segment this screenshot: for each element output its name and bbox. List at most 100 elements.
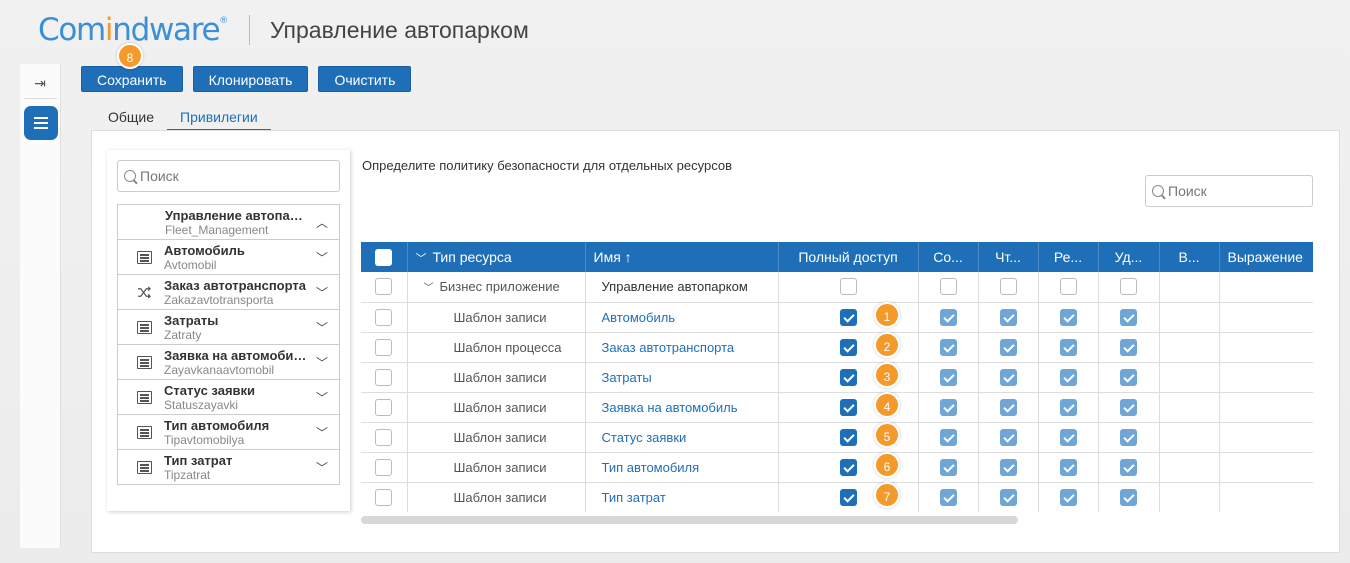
tree-item-tip-zatrat[interactable]: Тип затрат Tipzatrat ﹀: [117, 450, 340, 485]
tree-item-avtomobil[interactable]: Автомобиль Avtomobil ﹀: [117, 240, 340, 275]
grid-search-input[interactable]: [1168, 183, 1308, 199]
read-checkbox[interactable]: [999, 458, 1017, 476]
delete-checkbox[interactable]: [1120, 338, 1137, 356]
full-access-checkbox[interactable]: [839, 398, 857, 416]
tree-item-zayavka[interactable]: Заявка на автомобиль Zayavkanaavtomobil …: [117, 345, 340, 380]
chevron-down-icon[interactable]: ﹀: [316, 249, 328, 266]
menu-icon[interactable]: [24, 106, 58, 140]
column-header-resource-type[interactable]: ﹀ Тип ресурса: [407, 242, 586, 272]
tree-search-field[interactable]: [117, 160, 340, 192]
chevron-down-icon[interactable]: ﹀: [316, 424, 328, 441]
delete-checkbox[interactable]: [1120, 458, 1137, 476]
create-checkbox[interactable]: [939, 458, 957, 476]
select-all-checkbox[interactable]: [375, 248, 393, 266]
resource-name-link[interactable]: Тип автомобиля: [602, 460, 700, 475]
resource-name-link[interactable]: Заказ автотранспорта: [602, 340, 735, 355]
create-checkbox[interactable]: [939, 428, 957, 446]
create-checkbox[interactable]: [939, 338, 957, 356]
chevron-down-icon[interactable]: ﹀: [316, 459, 328, 476]
row-select-checkbox[interactable]: [375, 428, 393, 446]
table-row[interactable]: Шаблон процесса Заказ автотранспорта: [361, 332, 1313, 363]
read-checkbox[interactable]: [999, 398, 1017, 416]
row-select-checkbox[interactable]: [375, 368, 393, 386]
create-checkbox[interactable]: [939, 398, 957, 416]
resource-name-cell[interactable]: Автомобиль: [585, 302, 779, 333]
delete-checkbox[interactable]: [1120, 488, 1137, 506]
horizontal-scrollbar[interactable]: [361, 516, 1018, 524]
read-checkbox[interactable]: [999, 308, 1017, 326]
column-header-delete[interactable]: Уд...: [1098, 242, 1160, 272]
chevron-down-icon[interactable]: ﹀: [316, 389, 328, 406]
delete-checkbox[interactable]: [1120, 398, 1137, 416]
tree-search-input[interactable]: [140, 168, 280, 184]
column-header-other[interactable]: В...: [1159, 242, 1220, 272]
column-header-create[interactable]: Со...: [918, 242, 979, 272]
table-row[interactable]: Шаблон записи Тип автомобиля: [361, 452, 1313, 483]
resource-name-cell[interactable]: Заявка на автомобиль: [585, 392, 779, 423]
clear-button[interactable]: Очистить: [318, 66, 412, 92]
chevron-down-icon[interactable]: ﹀: [424, 283, 434, 294]
read-checkbox[interactable]: [999, 368, 1017, 386]
table-row[interactable]: Шаблон записи Автомобиль: [361, 302, 1313, 333]
resource-name-cell[interactable]: Тип автомобиля: [585, 452, 779, 483]
read-checkbox[interactable]: [999, 488, 1017, 506]
column-header-name[interactable]: Имя ↑: [585, 242, 779, 272]
edit-checkbox[interactable]: [1059, 458, 1077, 476]
row-select-checkbox[interactable]: [375, 488, 393, 506]
tree-item-status[interactable]: Статус заявки Statuszayavki ﹀: [117, 380, 340, 415]
read-checkbox[interactable]: [999, 338, 1017, 356]
row-select-checkbox[interactable]: [375, 278, 393, 296]
edit-checkbox[interactable]: [1059, 368, 1077, 386]
tree-item-fleet-management[interactable]: Управление автопарком Fleet_Management ︿: [117, 205, 340, 240]
delete-checkbox[interactable]: [1120, 428, 1137, 446]
tab-general[interactable]: Общие: [95, 105, 167, 132]
full-access-checkbox[interactable]: [839, 338, 857, 356]
tab-privileges[interactable]: Привилегии: [167, 105, 271, 132]
full-access-checkbox[interactable]: [839, 428, 857, 446]
resource-name-cell[interactable]: Тип затрат: [585, 482, 779, 512]
edit-checkbox[interactable]: [1059, 488, 1077, 506]
edit-checkbox[interactable]: [1059, 398, 1077, 416]
edit-checkbox[interactable]: [1059, 338, 1077, 356]
edit-checkbox[interactable]: [1059, 308, 1077, 326]
row-select-checkbox[interactable]: [375, 338, 393, 356]
full-access-checkbox[interactable]: [839, 308, 857, 326]
table-row[interactable]: Шаблон записи Тип затрат: [361, 482, 1313, 512]
clone-button[interactable]: Клонировать: [192, 66, 309, 92]
resource-name-link[interactable]: Тип затрат: [602, 490, 666, 505]
resource-name-cell[interactable]: Затраты: [585, 362, 779, 393]
delete-checkbox[interactable]: [1120, 308, 1137, 326]
full-access-checkbox[interactable]: [839, 488, 857, 506]
chevron-down-icon[interactable]: ﹀: [316, 354, 328, 371]
resource-name-cell[interactable]: Заказ автотранспорта: [585, 332, 779, 363]
create-checkbox[interactable]: [939, 308, 957, 326]
grid-search-field[interactable]: [1145, 175, 1313, 207]
table-row[interactable]: ﹀ Бизнес приложение Управление автопарком: [361, 272, 1313, 303]
column-header-edit[interactable]: Ре...: [1038, 242, 1099, 272]
read-checkbox[interactable]: [999, 278, 1017, 296]
edit-checkbox[interactable]: [1059, 278, 1077, 296]
resource-name-link[interactable]: Автомобиль: [602, 310, 676, 325]
tree-item-tip-avtomobilya[interactable]: Тип автомобиля Tipavtomobilya ﹀: [117, 415, 340, 450]
resource-name-link[interactable]: Статус заявки: [602, 430, 687, 445]
expand-panel-icon[interactable]: ⇥: [28, 72, 52, 94]
save-button[interactable]: Сохранить: [81, 66, 183, 92]
chevron-down-icon[interactable]: ﹀: [316, 284, 328, 301]
resource-name-link[interactable]: Заявка на автомобиль: [602, 400, 738, 415]
column-header-expression[interactable]: Выражение: [1219, 242, 1313, 272]
create-checkbox[interactable]: [939, 278, 957, 296]
resource-name-link[interactable]: Затраты: [602, 370, 652, 385]
resource-name-cell[interactable]: Статус заявки: [585, 422, 779, 453]
full-access-checkbox[interactable]: [839, 458, 857, 476]
full-access-checkbox[interactable]: [839, 278, 857, 296]
table-row[interactable]: Шаблон записи Статус заявки: [361, 422, 1313, 453]
chevron-down-icon[interactable]: ﹀: [316, 319, 328, 336]
row-select-checkbox[interactable]: [375, 458, 393, 476]
delete-checkbox[interactable]: [1120, 278, 1137, 296]
create-checkbox[interactable]: [939, 368, 957, 386]
table-row[interactable]: Шаблон записи Заявка на автомобиль: [361, 392, 1313, 423]
read-checkbox[interactable]: [999, 428, 1017, 446]
column-header-full-access[interactable]: Полный доступ: [778, 242, 919, 272]
row-select-checkbox[interactable]: [375, 308, 393, 326]
full-access-checkbox[interactable]: [839, 368, 857, 386]
